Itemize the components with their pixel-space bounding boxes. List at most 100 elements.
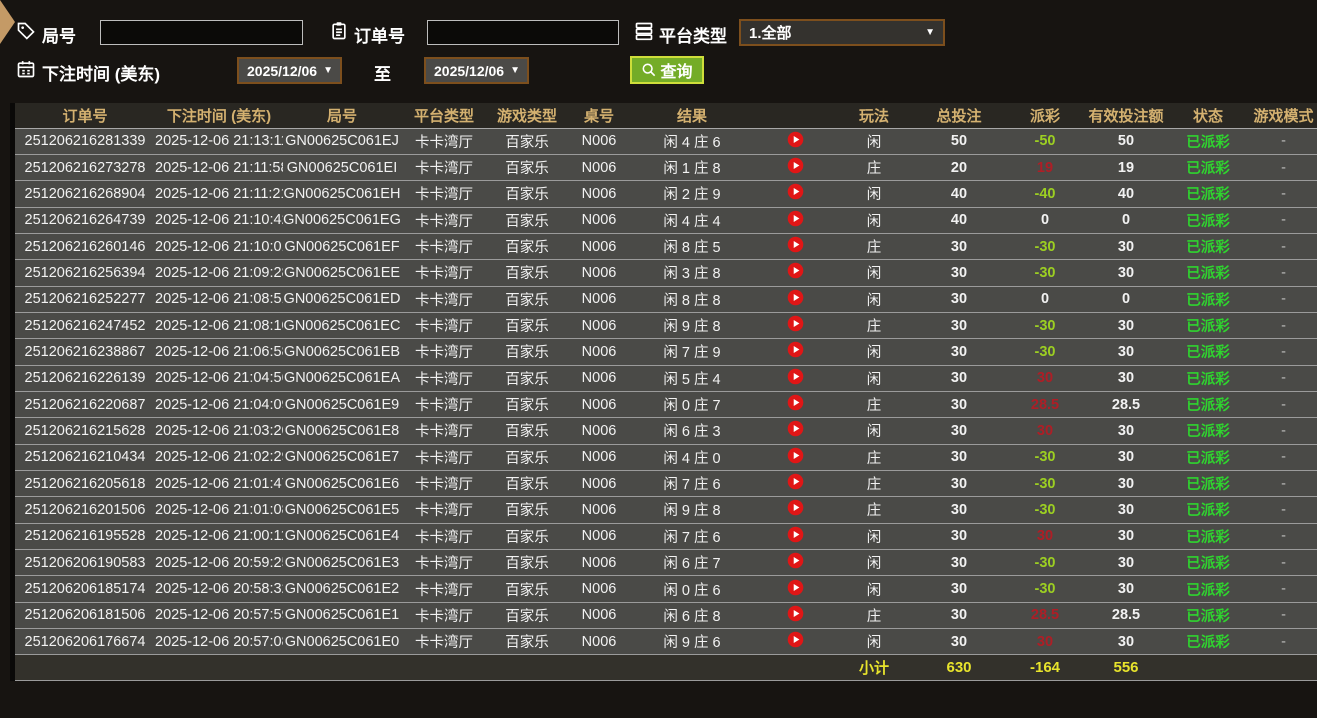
table-row: 251206216195528 2025-12-06 21:00:11 GN00… — [15, 522, 1317, 550]
date-to-select[interactable]: 2025/12/06 ▼ — [424, 57, 529, 84]
cell-game-type: 百家乐 — [487, 575, 567, 603]
cell-order: 251206216220687 — [15, 390, 155, 418]
cell-game-mode: - — [1247, 443, 1317, 471]
query-button[interactable]: 查询 — [630, 56, 704, 84]
cell-play-type: 闲 — [837, 128, 911, 155]
cell-play-type: 庄 — [837, 153, 911, 181]
play-icon[interactable] — [787, 499, 804, 516]
play-icon[interactable] — [787, 289, 804, 306]
round-input[interactable] — [100, 20, 303, 45]
play-icon[interactable] — [787, 631, 804, 648]
play-icon[interactable] — [787, 526, 804, 543]
cell-total-bet: 30 — [911, 469, 1007, 497]
bet-records-table: 订单号 下注时间 (美东) 局号 平台类型 游戏类型 桌号 结果 玩法 总投注 … — [10, 103, 1317, 682]
table-row: 251206216260146 2025-12-06 21:10:01 GN00… — [15, 232, 1317, 260]
play-icon[interactable] — [787, 420, 804, 437]
play-icon[interactable] — [787, 315, 804, 332]
cell-valid-bet: 30 — [1083, 338, 1169, 366]
play-icon[interactable] — [787, 473, 804, 490]
play-icon[interactable] — [787, 236, 804, 253]
cell-replay — [753, 522, 837, 550]
play-icon[interactable] — [787, 579, 804, 596]
cell-total-bet: 30 — [911, 548, 1007, 576]
header-total-bet: 总投注 — [911, 103, 1007, 129]
cell-payout: 30 — [1007, 522, 1083, 550]
header-game-type: 游戏类型 — [487, 103, 567, 129]
cell-status: 已派彩 — [1169, 259, 1247, 287]
header-game-mode: 游戏模式 — [1247, 103, 1317, 129]
cell-game-mode: - — [1247, 128, 1317, 155]
play-icon[interactable] — [787, 262, 804, 279]
cell-game-type: 百家乐 — [487, 259, 567, 287]
cell-table-no: N006 — [567, 259, 631, 287]
cell-payout: -30 — [1007, 311, 1083, 339]
cell-bet-time: 2025-12-06 20:58:32 — [155, 575, 283, 603]
play-icon[interactable] — [787, 210, 804, 227]
play-icon[interactable] — [787, 341, 804, 358]
cell-replay — [753, 364, 837, 392]
cell-result: 闲 4 庄 6 — [631, 128, 753, 155]
cell-status: 已派彩 — [1169, 364, 1247, 392]
cell-bet-time: 2025-12-06 21:01:47 — [155, 469, 283, 497]
play-icon[interactable] — [787, 157, 804, 174]
cell-valid-bet: 0 — [1083, 285, 1169, 313]
table-row: 251206216281339 2025-12-06 21:13:11 GN00… — [15, 128, 1317, 155]
play-icon[interactable] — [787, 605, 804, 622]
cell-platform: 卡卡湾厅 — [401, 601, 487, 629]
cell-platform: 卡卡湾厅 — [401, 338, 487, 366]
cell-valid-bet: 40 — [1083, 180, 1169, 208]
cell-play-type: 庄 — [837, 601, 911, 629]
cell-game-mode: - — [1247, 469, 1317, 497]
cell-bet-time: 2025-12-06 21:03:20 — [155, 417, 283, 445]
cell-game-mode: - — [1247, 390, 1317, 418]
cell-game-mode: - — [1247, 311, 1317, 339]
cell-round: GN00625C061E4 — [283, 522, 401, 550]
cell-total-bet: 30 — [911, 232, 1007, 260]
date-from-select[interactable]: 2025/12/06 ▼ — [237, 57, 342, 84]
cell-play-type: 闲 — [837, 338, 911, 366]
cell-status: 已派彩 — [1169, 417, 1247, 445]
cell-order: 251206216226139 — [15, 364, 155, 392]
cell-valid-bet: 28.5 — [1083, 390, 1169, 418]
cell-table-no: N006 — [567, 522, 631, 550]
play-icon[interactable] — [787, 394, 804, 411]
cell-replay — [753, 206, 837, 234]
cell-bet-time: 2025-12-06 20:57:08 — [155, 628, 283, 655]
collapse-arrow-icon[interactable] — [0, 0, 15, 44]
cell-round: GN00625C061EJ — [283, 128, 401, 155]
cell-table-no: N006 — [567, 417, 631, 445]
chevron-down-icon: ▼ — [510, 65, 520, 76]
play-icon[interactable] — [787, 368, 804, 385]
play-icon[interactable] — [787, 183, 804, 200]
cell-table-no: N006 — [567, 128, 631, 155]
cell-valid-bet: 30 — [1083, 469, 1169, 497]
cell-table-no: N006 — [567, 575, 631, 603]
cell-order: 251206216268904 — [15, 180, 155, 208]
cell-order: 251206206185174 — [15, 575, 155, 603]
cell-result: 闲 9 庄 8 — [631, 311, 753, 339]
header-round: 局号 — [283, 103, 401, 129]
cell-game-type: 百家乐 — [487, 628, 567, 655]
cell-replay — [753, 180, 837, 208]
cell-replay — [753, 153, 837, 181]
cell-result: 闲 0 庄 6 — [631, 575, 753, 603]
table-header: 订单号 下注时间 (美东) 局号 平台类型 游戏类型 桌号 结果 玩法 总投注 … — [15, 103, 1317, 129]
cell-game-mode: - — [1247, 364, 1317, 392]
play-icon[interactable] — [787, 447, 804, 464]
cell-platform: 卡卡湾厅 — [401, 285, 487, 313]
header-status: 状态 — [1169, 103, 1247, 129]
cell-play-type: 闲 — [837, 417, 911, 445]
platform-select[interactable]: 1.全部 ▼ — [739, 19, 945, 46]
cell-round: GN00625C061E2 — [283, 575, 401, 603]
header-valid-bet: 有效投注额 — [1083, 103, 1169, 129]
cell-round: GN00625C061E1 — [283, 601, 401, 629]
cell-status: 已派彩 — [1169, 601, 1247, 629]
cell-status: 已派彩 — [1169, 548, 1247, 576]
cell-order: 251206206176674 — [15, 628, 155, 655]
play-icon[interactable] — [787, 131, 804, 148]
subtotal-valid-bet: 556 — [1083, 654, 1169, 682]
order-input[interactable] — [427, 20, 619, 45]
play-icon[interactable] — [787, 552, 804, 569]
cell-order: 251206216205618 — [15, 469, 155, 497]
cell-round: GN00625C061EB — [283, 338, 401, 366]
